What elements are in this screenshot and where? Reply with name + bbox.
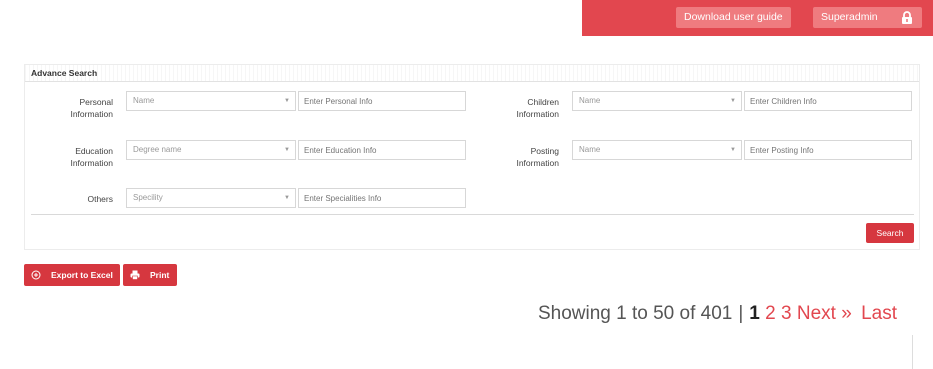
- others-select-value: Specility: [133, 193, 163, 202]
- others-info-input[interactable]: [298, 188, 466, 208]
- personal-label-line2: Information: [70, 109, 113, 119]
- pagination: Showing 1 to 50 of 401 | 1 2 3 Next » Last: [538, 303, 897, 325]
- page-link-3[interactable]: 3: [781, 303, 792, 324]
- scroll-edge: [912, 335, 913, 369]
- posting-field-select[interactable]: Name ▼: [572, 140, 742, 160]
- user-menu-button[interactable]: Superadmin: [813, 7, 922, 28]
- page-link-2[interactable]: 2: [765, 303, 776, 324]
- chevron-down-icon: ▼: [284, 195, 290, 201]
- personal-info-label: Personal Information: [59, 96, 113, 120]
- children-select-value: Name: [579, 96, 601, 105]
- education-field-select[interactable]: Degree name ▼: [126, 140, 296, 160]
- children-label-line2: Information: [516, 109, 559, 119]
- children-label-line1: Children: [527, 97, 559, 107]
- chevron-down-icon: ▼: [284, 147, 290, 153]
- panel-title: Advance Search: [31, 68, 98, 78]
- posting-select-value: Name: [579, 145, 601, 154]
- print-button[interactable]: Print: [123, 264, 177, 286]
- printer-icon: [130, 270, 140, 280]
- chevron-down-icon: ▼: [284, 98, 290, 104]
- advance-search-panel: Advance Search Personal Information Name…: [24, 64, 920, 250]
- export-label: Export to Excel: [51, 270, 113, 280]
- personal-field-select[interactable]: Name ▼: [126, 91, 296, 111]
- children-info-label: Children Information: [505, 96, 559, 120]
- pagination-summary: Showing 1 to 50 of 401: [537, 303, 733, 324]
- children-info-input[interactable]: [744, 91, 912, 111]
- education-select-value: Degree name: [133, 145, 182, 154]
- personal-info-input[interactable]: [298, 91, 466, 111]
- posting-info-label: Posting Information: [505, 145, 559, 169]
- panel-divider: [31, 214, 914, 215]
- others-label: Others: [87, 194, 113, 204]
- download-user-guide-button[interactable]: Download user guide: [676, 7, 791, 28]
- user-name: Superadmin: [821, 11, 878, 23]
- personal-label-line1: Personal: [79, 97, 113, 107]
- current-page: 1: [749, 303, 760, 324]
- chevron-down-icon: ▼: [730, 98, 736, 104]
- panel-header: Advance Search: [25, 65, 919, 82]
- next-page-link[interactable]: Next »: [797, 303, 852, 324]
- children-field-select[interactable]: Name ▼: [572, 91, 742, 111]
- personal-select-value: Name: [133, 96, 155, 105]
- chevron-down-icon: ▼: [730, 147, 736, 153]
- export-to-excel-button[interactable]: Export to Excel: [24, 264, 120, 286]
- plus-circle-icon: [31, 270, 41, 280]
- posting-label-line2: Information: [516, 158, 559, 168]
- search-button[interactable]: Search: [866, 223, 914, 243]
- education-label-line2: Information: [70, 158, 113, 168]
- posting-label-line1: Posting: [530, 146, 559, 156]
- others-field-select[interactable]: Specility ▼: [126, 188, 296, 208]
- education-label-line1: Education: [75, 146, 113, 156]
- education-info-label: Education Information: [59, 145, 113, 169]
- posting-info-input[interactable]: [744, 140, 912, 160]
- print-label: Print: [150, 270, 170, 280]
- lock-icon: [902, 11, 912, 24]
- pagination-separator: |: [738, 303, 744, 324]
- education-info-input[interactable]: [298, 140, 466, 160]
- top-bar: Download user guide Superadmin: [582, 0, 933, 36]
- last-page-link[interactable]: Last: [861, 303, 897, 324]
